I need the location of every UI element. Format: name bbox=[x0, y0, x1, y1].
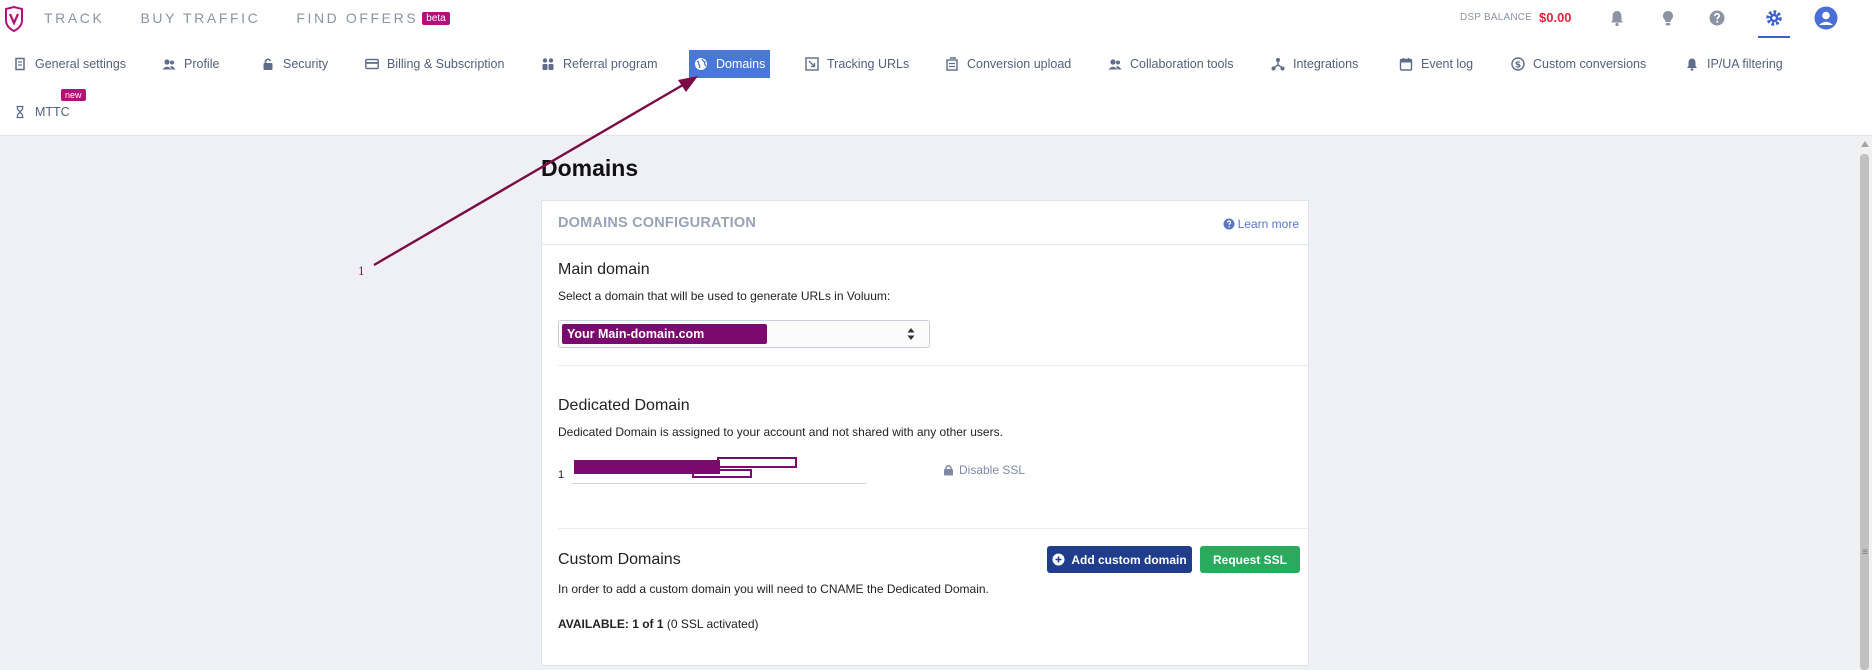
tab-general-settings[interactable]: General settings bbox=[8, 50, 131, 78]
settings-tabs: General settings Profile Security Billin… bbox=[0, 38, 1872, 136]
top-nav: TRACK BUY TRAFFIC FIND OFFERS beta bbox=[44, 10, 450, 26]
tab-domains-label: Domains bbox=[716, 57, 766, 71]
tab-integrations[interactable]: Integrations bbox=[1266, 50, 1363, 78]
tab-mttc[interactable]: MTTC bbox=[8, 98, 75, 126]
user-avatar-icon[interactable] bbox=[1814, 6, 1838, 30]
tab-event-log[interactable]: Event log bbox=[1394, 50, 1478, 78]
credit-card-icon bbox=[365, 58, 379, 70]
page-scrollbar[interactable] bbox=[1857, 138, 1872, 670]
tab-referral-program[interactable]: Referral program bbox=[536, 50, 662, 78]
learn-more-label: Learn more bbox=[1237, 217, 1299, 231]
dedicated-domain-desc: Dedicated Domain is assigned to your acc… bbox=[558, 425, 1003, 439]
tab-ip-ua-filtering[interactable]: IP/UA filtering bbox=[1680, 50, 1788, 78]
scroll-up-arrow[interactable] bbox=[1861, 141, 1869, 147]
main-domain-selected-value: Your Main-domain.com bbox=[562, 324, 767, 344]
tab-collaboration-tools[interactable]: Collaboration tools bbox=[1103, 50, 1239, 78]
tab-tracking-urls[interactable]: Tracking URLs bbox=[800, 50, 914, 78]
tab-custom-conversions[interactable]: $ Custom conversions bbox=[1506, 50, 1651, 78]
tab-custom-conversions-label: Custom conversions bbox=[1533, 57, 1647, 71]
learn-more-link[interactable]: Learn more bbox=[1223, 217, 1299, 231]
scroll-grip-icon: ≡ bbox=[1862, 547, 1868, 558]
tracking-urls-icon bbox=[805, 57, 819, 71]
page-title: Domains bbox=[541, 155, 639, 181]
request-ssl-label: Request SSL bbox=[1212, 552, 1287, 567]
lock-icon bbox=[263, 58, 273, 70]
tab-profile[interactable]: Profile bbox=[157, 50, 224, 78]
conversion-upload-icon bbox=[946, 57, 958, 71]
globe-icon bbox=[695, 58, 707, 70]
available-count: AVAILABLE: 1 of 1 bbox=[558, 617, 664, 631]
card-header: DOMAINS CONFIGURATION Learn more bbox=[542, 201, 1308, 245]
section-divider bbox=[558, 365, 1310, 366]
tab-mttc-label: MTTC bbox=[35, 105, 70, 119]
general-settings-icon bbox=[15, 57, 25, 71]
tab-billing-subscription[interactable]: Billing & Subscription bbox=[360, 50, 509, 78]
custom-domains-title: Custom Domains bbox=[558, 551, 681, 568]
notifications-bell-icon[interactable] bbox=[1608, 9, 1626, 27]
dsp-balance-label: DSP BALANCE bbox=[1460, 12, 1533, 23]
tab-ip-ua-filtering-label: IP/UA filtering bbox=[1707, 57, 1783, 71]
tab-integrations-label: Integrations bbox=[1293, 57, 1359, 71]
request-ssl-button[interactable]: Request SSL bbox=[1200, 546, 1300, 573]
add-custom-domain-label: Add custom domain bbox=[1071, 552, 1187, 567]
add-custom-domain-button[interactable]: Add custom domain bbox=[1047, 546, 1192, 573]
svg-text:$: $ bbox=[1515, 60, 1521, 70]
custom-domains-desc: In order to add a custom domain you will… bbox=[558, 582, 989, 596]
dedicated-domain-prefix: 1 bbox=[558, 469, 565, 481]
main-domain-desc: Select a domain that will be used to gen… bbox=[558, 289, 891, 303]
disable-ssl-label: Disable SSL bbox=[959, 463, 1026, 477]
beta-badge: beta bbox=[422, 12, 450, 25]
section-divider bbox=[558, 528, 1310, 529]
tab-collaboration-label: Collaboration tools bbox=[1130, 57, 1234, 71]
nav-find-offers-label: FIND OFFERS bbox=[296, 10, 419, 26]
tab-general-settings-label: General settings bbox=[35, 57, 127, 71]
profile-icon bbox=[162, 59, 176, 70]
referral-icon bbox=[542, 58, 554, 70]
voluum-logo[interactable] bbox=[4, 6, 24, 32]
ssl-activated-note: (0 SSL activated) bbox=[666, 617, 759, 631]
main-domain-title: Main domain bbox=[558, 261, 650, 278]
domains-configuration-card: DOMAINS CONFIGURATION Learn more Main do… bbox=[541, 200, 1310, 666]
dedicated-domain-title: Dedicated Domain bbox=[558, 397, 690, 414]
tab-event-log-label: Event log bbox=[1421, 57, 1474, 71]
redaction-box bbox=[717, 457, 797, 468]
plus-circle-icon bbox=[1052, 553, 1065, 566]
tab-domains[interactable]: Domains bbox=[689, 50, 771, 78]
tab-profile-label: Profile bbox=[184, 57, 220, 71]
top-bar: TRACK BUY TRAFFIC FIND OFFERS beta DSP BA… bbox=[0, 0, 1872, 38]
main-domain-select[interactable]: Your Main-domain.com bbox=[558, 320, 930, 348]
tab-conversion-upload-label: Conversion upload bbox=[967, 57, 1072, 71]
available-domains-info: AVAILABLE: 1 of 1 (0 SSL activated) bbox=[558, 617, 759, 631]
dollar-icon: $ bbox=[1511, 57, 1525, 71]
dsp-balance-value: $0.00 bbox=[1539, 10, 1572, 25]
scrollbar-thumb[interactable] bbox=[1860, 154, 1869, 670]
tab-tracking-urls-label: Tracking URLs bbox=[827, 57, 910, 71]
new-badge: new bbox=[61, 89, 86, 101]
tab-security-label: Security bbox=[283, 57, 329, 71]
collaboration-icon bbox=[1108, 59, 1122, 70]
annotation-label: 1 bbox=[358, 263, 365, 278]
tab-security[interactable]: Security bbox=[256, 50, 333, 78]
nav-find-offers[interactable]: FIND OFFERS beta bbox=[296, 10, 450, 26]
hourglass-icon bbox=[16, 105, 24, 119]
tab-referral-label: Referral program bbox=[563, 57, 658, 71]
tab-billing-label: Billing & Subscription bbox=[387, 57, 505, 71]
calendar-icon bbox=[1399, 58, 1413, 71]
integrations-icon bbox=[1271, 58, 1285, 71]
sort-arrows-icon bbox=[907, 328, 915, 340]
disable-ssl-link[interactable]: Disable SSL bbox=[943, 463, 1025, 477]
redaction-box bbox=[692, 469, 752, 478]
bell-filter-icon bbox=[1687, 58, 1697, 71]
help-icon[interactable] bbox=[1708, 9, 1726, 27]
lightbulb-icon[interactable] bbox=[1659, 9, 1677, 27]
lock-icon bbox=[944, 465, 953, 476]
nav-buy-traffic[interactable]: BUY TRAFFIC bbox=[140, 10, 260, 26]
card-title: DOMAINS CONFIGURATION bbox=[558, 215, 757, 231]
question-circle-icon bbox=[1223, 218, 1235, 230]
tab-conversion-upload[interactable]: Conversion upload bbox=[940, 50, 1076, 78]
nav-track[interactable]: TRACK bbox=[44, 10, 104, 26]
settings-gear-icon[interactable] bbox=[1765, 9, 1783, 27]
